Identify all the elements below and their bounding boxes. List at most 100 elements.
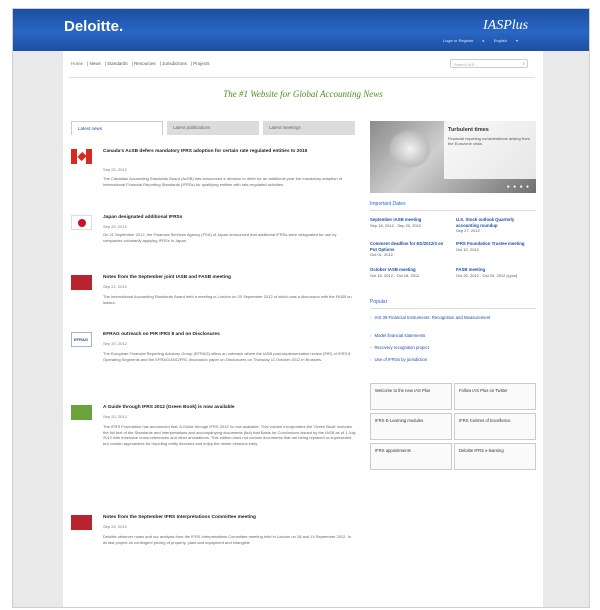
page-content: Home | News | Standards | Resources | Jurisd… bbox=[63, 51, 543, 607]
promo-box[interactable]: IFRS E-Learning modules bbox=[370, 413, 452, 440]
nav-projects[interactable]: Projects bbox=[193, 61, 209, 66]
news-body: On 21 September 2012, the Financial Serv… bbox=[103, 232, 337, 243]
popular-link-label[interactable]: Model financial statements bbox=[374, 333, 425, 338]
site-tagline: The #1 Website for Global Accounting New… bbox=[223, 89, 383, 99]
popular-link[interactable]: › IAS 39 Financial Instruments: Recogniti… bbox=[370, 315, 530, 321]
list-item[interactable]: Canada's AcSB defers mandatory IFRS adop… bbox=[71, 149, 362, 209]
event-item[interactable]: IFRS Foundation Trustee meeting Oct 10, … bbox=[456, 241, 536, 252]
news-title[interactable]: EFRAG outreach on PIR IFRS 8 and on Disc… bbox=[103, 332, 353, 339]
promo-box[interactable]: IFRS appointments bbox=[370, 443, 452, 470]
news-title[interactable]: Notes from the September joint IASB and … bbox=[103, 275, 353, 282]
banner-title[interactable]: Turbulent times bbox=[448, 127, 489, 133]
promo-box[interactable]: IFRS Centres of Excellence bbox=[454, 413, 536, 440]
popular-link-label[interactable]: IAS 39 Financial Instruments: Recognitio… bbox=[374, 315, 490, 320]
iasplus-brand[interactable]: IASPlus bbox=[483, 18, 528, 34]
news-date: Sep 20, 2012 bbox=[103, 524, 127, 529]
event-date: Oct 15, 2012 - Oct 18, 2012 bbox=[370, 272, 420, 278]
popular-link[interactable]: › Use of IFRSs by jurisdiction bbox=[370, 357, 530, 363]
search-input[interactable]: Search IAS... ⌕ bbox=[450, 59, 528, 68]
event-title[interactable]: Comment deadline for ED/2012/3 on Put Op… bbox=[370, 241, 450, 252]
notes-thumbnail-icon bbox=[71, 275, 92, 290]
tab-latest-news[interactable]: Latest news bbox=[71, 121, 163, 135]
green-book-icon bbox=[71, 405, 92, 420]
list-item[interactable]: EFRAG EFRAG outreach on PIR IFRS 8 and o… bbox=[71, 332, 362, 392]
nav-resources[interactable]: Resources bbox=[134, 61, 156, 66]
nav-home[interactable]: Home bbox=[71, 61, 83, 66]
banner-image bbox=[388, 129, 432, 169]
news-date: Sep 20, 2012 bbox=[103, 341, 127, 346]
news-title[interactable]: Canada's AcSB defers mandatory IFRS adop… bbox=[103, 149, 353, 156]
news-tabs: Latest news Latest publications Latest m… bbox=[71, 121, 362, 135]
important-dates-title: Important Dates bbox=[370, 201, 406, 207]
popular-link-label[interactable]: Use of IFRSs by jurisdiction bbox=[374, 357, 427, 362]
event-date: Oct 01, 2012 bbox=[370, 252, 393, 257]
event-date: Oct 10, 2012 bbox=[456, 246, 479, 252]
list-item[interactable]: Notes from the September joint IASB and … bbox=[71, 275, 362, 325]
bullet-icon: › bbox=[370, 315, 372, 320]
event-item[interactable]: September IASB meeting Sep 18, 2012 - Se… bbox=[370, 217, 450, 228]
event-date: Sep 27, 2012 bbox=[456, 228, 480, 233]
search-placeholder: Search IAS... bbox=[454, 62, 478, 67]
bullet-icon: › bbox=[370, 357, 372, 362]
event-title[interactable]: IFRS Foundation Trustee meeting bbox=[456, 241, 536, 247]
news-body: Deloitte observer notes and our analysis… bbox=[103, 534, 351, 545]
nav-news[interactable]: News bbox=[89, 61, 100, 66]
event-item[interactable]: October IASB meeting Oct 15, 2012 - Oct … bbox=[370, 267, 450, 278]
popular-link-label[interactable]: Recovery recognition project bbox=[374, 345, 428, 350]
main-nav: Home | News | Standards | Resources | Jurisd… bbox=[71, 61, 210, 66]
banner-subtitle: Financial reporting considerations arisi… bbox=[448, 136, 530, 146]
tab-latest-meetings[interactable]: Latest meetings bbox=[263, 121, 355, 135]
event-item[interactable]: FASB meeting Oct 20, 2012 - Oct 20, 2012… bbox=[456, 267, 536, 278]
sidebar: Turbulent times Financial reporting cons… bbox=[370, 121, 536, 607]
news-body: The Canadian Accounting Standards Board … bbox=[103, 176, 343, 187]
featured-banner[interactable]: Turbulent times Financial reporting cons… bbox=[370, 121, 536, 193]
divider bbox=[69, 77, 535, 78]
news-list: Canada's AcSB defers mandatory IFRS adop… bbox=[71, 135, 362, 607]
news-title[interactable]: A Guide through IFRS 2012 (Green Book) i… bbox=[103, 405, 353, 412]
event-title[interactable]: U.S. Stock outlook Quarterly accounting … bbox=[456, 217, 536, 228]
promo-box[interactable]: Welcome to the new IAS Plus bbox=[370, 383, 452, 410]
bullet-icon: › bbox=[370, 333, 372, 338]
news-body: The International Accounting Standards B… bbox=[103, 294, 352, 305]
divider bbox=[370, 308, 536, 309]
news-date: Sep 20, 2012 bbox=[103, 224, 127, 229]
search-icon[interactable]: ⌕ bbox=[522, 61, 525, 67]
popular-link[interactable]: › Model financial statements bbox=[370, 333, 530, 339]
deloitte-logo[interactable]: Deloitte. bbox=[64, 18, 123, 35]
event-item[interactable]: U.S. Stock outlook Quarterly accounting … bbox=[456, 217, 536, 233]
news-body: The European Financial Reporting Advisor… bbox=[103, 351, 351, 362]
news-date: Sep 21, 2012 bbox=[103, 284, 127, 289]
event-item[interactable]: Comment deadline for ED/2012/3 on Put Op… bbox=[370, 241, 450, 257]
news-title[interactable]: Japan designated additional IFRSs bbox=[103, 215, 353, 222]
nav-jurisdictions[interactable]: Jurisdictions bbox=[162, 61, 187, 66]
event-date: Sep 18, 2012 - Sep 20, 2012 bbox=[370, 222, 422, 228]
notes-thumbnail-icon bbox=[71, 515, 92, 530]
arrow-icon: ▸ bbox=[482, 38, 485, 43]
list-item[interactable]: A Guide through IFRS 2012 (Green Book) i… bbox=[71, 405, 362, 495]
divider bbox=[370, 210, 536, 211]
header-links: Login or Register ▸ English ▾ bbox=[443, 38, 526, 43]
language-select[interactable]: English bbox=[494, 38, 507, 43]
list-item[interactable]: Notes from the September IFRS Interpreta… bbox=[71, 515, 362, 585]
efrag-logo-icon: EFRAG bbox=[71, 332, 92, 347]
event-date: Oct 20, 2012 - Oct 20, 2012 [Lyon] bbox=[456, 272, 518, 278]
browser-frame: Deloitte. IASPlus Login or Register ▸ En… bbox=[12, 8, 590, 608]
japan-flag-icon bbox=[71, 215, 92, 230]
promo-box[interactable]: Deloitte IFRS e-learning bbox=[454, 443, 536, 470]
news-date: Sep 20, 2012 bbox=[103, 414, 127, 419]
news-title[interactable]: Notes from the September IFRS Interpreta… bbox=[103, 515, 353, 522]
site-header: Deloitte. IASPlus Login or Register ▸ En… bbox=[13, 9, 589, 51]
carousel-dots[interactable]: ● ● ● ● bbox=[507, 184, 530, 190]
promo-box[interactable]: Follow IAS Plus on Twitter bbox=[454, 383, 536, 410]
list-item[interactable]: Japan designated additional IFRSs Sep 20… bbox=[71, 215, 362, 270]
popular-link[interactable]: › Recovery recognition project bbox=[370, 345, 530, 351]
canada-flag-icon bbox=[71, 149, 92, 164]
bullet-icon: › bbox=[370, 345, 372, 350]
login-link[interactable]: Login or Register bbox=[443, 38, 473, 43]
news-date: Sep 20, 2012 bbox=[103, 167, 127, 172]
nav-standards[interactable]: Standards bbox=[107, 61, 128, 66]
popular-title: Popular bbox=[370, 299, 388, 305]
chevron-down-icon: ▾ bbox=[515, 38, 518, 43]
tab-latest-publications[interactable]: Latest publications bbox=[167, 121, 259, 135]
news-body: The IFRS Foundation has announced that '… bbox=[103, 424, 356, 446]
